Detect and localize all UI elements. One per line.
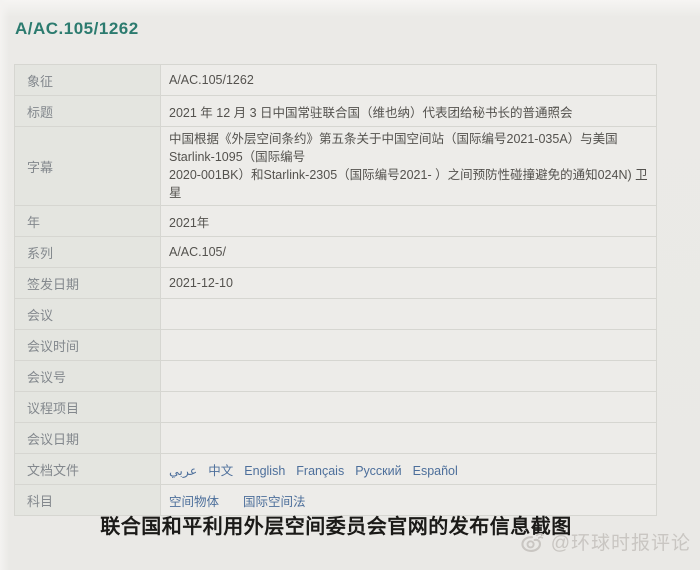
table-row: 字幕 中国根据《外层空间条约》第五条关于中国空间站（国际编号2021-035A）与…	[14, 126, 657, 206]
row-value: A/AC.105/1262	[160, 64, 657, 96]
row-label: 会议日期	[14, 422, 161, 454]
row-label: 年	[14, 205, 161, 237]
row-value	[160, 422, 657, 454]
table-row: 签发日期 2021-12-10	[14, 267, 657, 299]
watermark-handle: @环球时报评论	[550, 533, 691, 554]
frame-edge-highlight	[0, 0, 9, 570]
row-value: A/AC.105/	[160, 236, 657, 268]
language-link[interactable]: Русский	[355, 464, 401, 478]
row-label: 会议号	[14, 360, 161, 392]
table-row: 会议日期	[14, 422, 657, 454]
subtitle-line: 2020-001BK）和Starlink-2305（国际编号2021- ）之间预…	[169, 168, 648, 200]
language-link[interactable]: 中文	[208, 464, 233, 478]
table-row: 文档文件 عربي 中文 English Français Русский Español	[14, 453, 657, 485]
row-value: عربي 中文 English Français Русский Español	[160, 453, 657, 485]
table-row: 会议号	[14, 360, 657, 392]
row-value	[160, 360, 657, 392]
language-link[interactable]: Español	[413, 464, 458, 478]
subject-link[interactable]: 空间物体	[169, 495, 219, 509]
language-link[interactable]: Français	[296, 464, 344, 478]
weibo-watermark: @环球时报评论	[519, 528, 691, 555]
info-table-body: 象征 A/AC.105/1262 标题 2021 年 12 月 3 日中国常驻联合国（…	[14, 64, 657, 516]
row-value: 2021-12-10	[160, 267, 657, 299]
row-value: 2021 年 12 月 3 日中国常驻联合国（维也纳）代表团给秘书长的普通照会	[160, 95, 657, 127]
table-row: 标题 2021 年 12 月 3 日中国常驻联合国（维也纳）代表团给秘书长的普通照…	[14, 95, 657, 127]
row-label: 标题	[14, 95, 161, 127]
row-value: 2021年	[160, 205, 657, 237]
row-value	[160, 298, 657, 330]
document-info-table: 象征 A/AC.105/1262 标题 2021 年 12 月 3 日中国常驻联合国（…	[14, 64, 657, 516]
row-label: 文档文件	[14, 453, 161, 485]
row-label: 系列	[14, 236, 161, 268]
table-row: 系列 A/AC.105/	[14, 236, 657, 268]
row-label: 象征	[14, 64, 161, 96]
language-link[interactable]: English	[244, 464, 285, 478]
subject-link[interactable]: 国际空间法	[243, 495, 306, 509]
row-label: 字幕	[14, 126, 161, 206]
table-row: 年 2021年	[14, 205, 657, 237]
row-value	[160, 329, 657, 361]
document-symbol-title: A/AC.105/1262	[15, 19, 139, 38]
table-row: 会议时间	[14, 329, 657, 361]
row-value: 中国根据《外层空间条约》第五条关于中国空间站（国际编号2021-035A）与美国…	[160, 126, 657, 206]
row-label: 签发日期	[14, 267, 161, 299]
table-row: 议程项目	[14, 391, 657, 423]
table-row: 象征 A/AC.105/1262	[14, 64, 657, 96]
row-value	[160, 391, 657, 423]
row-label: 会议	[14, 298, 161, 330]
row-label: 议程项目	[14, 391, 161, 423]
table-row: 会议	[14, 298, 657, 330]
weibo-logo-icon	[519, 530, 546, 553]
subtitle-line: 中国根据《外层空间条约》第五条关于中国空间站（国际编号2021-035A）与美国…	[169, 132, 618, 164]
row-label: 会议时间	[14, 329, 161, 361]
language-link[interactable]: عربي	[169, 464, 197, 478]
